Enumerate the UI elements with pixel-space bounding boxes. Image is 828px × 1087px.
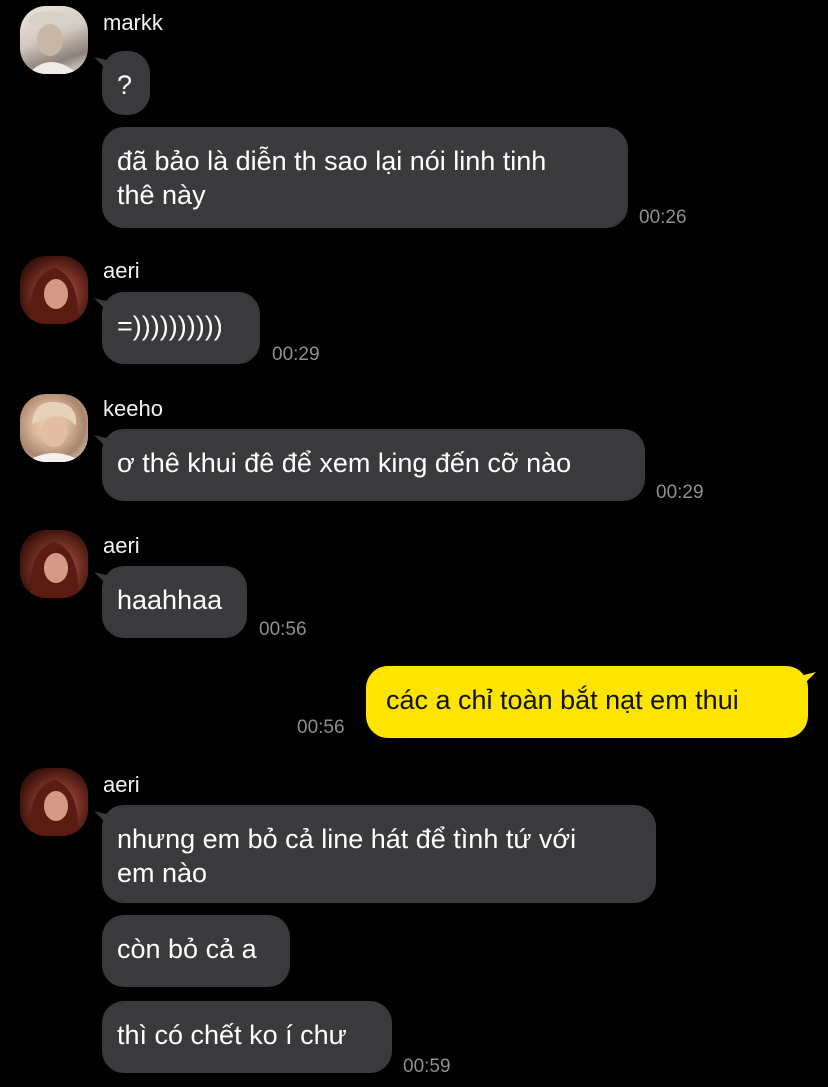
- message-timestamp: 00:59: [403, 1056, 451, 1077]
- message-bubble[interactable]: ?: [102, 51, 150, 115]
- message-bubble[interactable]: thì có chết ko í chư: [102, 1001, 392, 1073]
- message-timestamp: 00:56: [297, 717, 345, 738]
- message-bubble[interactable]: đã bảo là diễn th sao lại nói linh tinh …: [102, 127, 628, 228]
- sender-name: markk: [103, 10, 163, 35]
- message-text: nhưng em bỏ cả line hát để tình tứ với: [117, 824, 577, 854]
- avatar-aeri[interactable]: [20, 256, 88, 324]
- message-text: =)))))))))): [117, 311, 223, 341]
- message-text: em nào: [117, 858, 208, 888]
- avatar-markk[interactable]: [20, 6, 88, 74]
- avatar-aeri-photo: [29, 780, 79, 836]
- own-message-bubble[interactable]: các a chỉ toàn bắt nạt em thui: [366, 666, 808, 738]
- message-bubble[interactable]: còn bỏ cả a: [102, 915, 290, 987]
- message-text: các a chỉ toàn bắt nạt em thui: [386, 685, 739, 715]
- message-text: haahhaa: [117, 585, 223, 615]
- message-text: ơ thê khui đê để xem king đến cỡ nào: [117, 448, 572, 478]
- message-bubble[interactable]: ơ thê khui đê để xem king đến cỡ nào: [102, 429, 645, 501]
- avatar-markk-photo: [28, 11, 78, 74]
- avatar-aeri-photo: [29, 542, 79, 598]
- sender-name: aeri: [103, 258, 140, 283]
- avatar-aeri[interactable]: [20, 530, 88, 598]
- message-text: thê này: [117, 180, 206, 210]
- message-text: đã bảo là diễn th sao lại nói linh tinh: [117, 146, 547, 176]
- message-timestamp: 00:26: [639, 207, 687, 228]
- message-timestamp: 00:29: [272, 344, 320, 365]
- sender-name: aeri: [103, 772, 140, 797]
- message-timestamp: 00:29: [656, 482, 704, 503]
- message-text: ?: [117, 70, 133, 100]
- message-text: còn bỏ cả a: [117, 934, 257, 964]
- message-bubble[interactable]: haahhaa: [102, 566, 247, 638]
- sender-name: keeho: [103, 396, 163, 421]
- avatar-keeho[interactable]: [20, 394, 88, 462]
- sender-name: aeri: [103, 533, 140, 558]
- avatar-aeri-photo: [29, 268, 79, 324]
- avatar-keeho-photo: [26, 401, 82, 462]
- message-bubble[interactable]: nhưng em bỏ cả line hát để tình tứ với e…: [102, 805, 656, 903]
- message-timestamp: 00:56: [259, 619, 307, 640]
- message-bubble[interactable]: =)))))))))): [102, 292, 260, 364]
- avatar-aeri[interactable]: [20, 768, 88, 836]
- message-text: thì có chết ko í chư: [117, 1020, 347, 1050]
